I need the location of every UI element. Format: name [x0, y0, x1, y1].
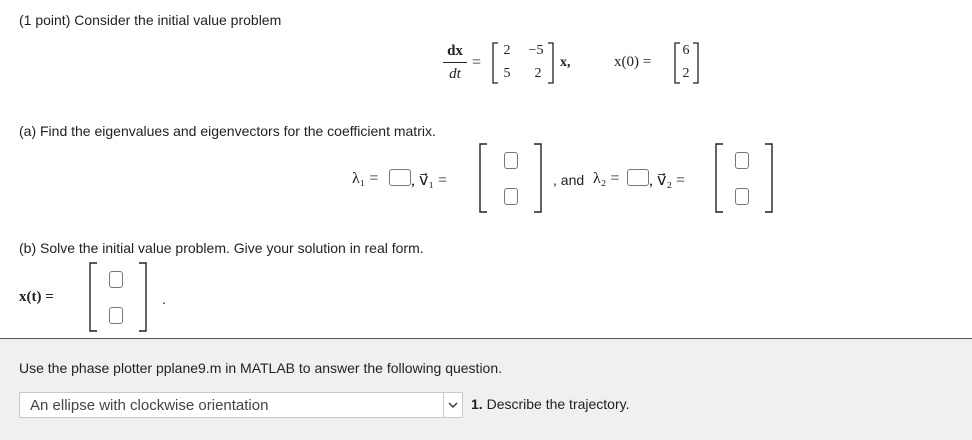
v1-input-top[interactable] — [504, 152, 518, 169]
v1-label: , v⃗₁ = — [411, 172, 448, 189]
ode-vector-var: x, — [560, 55, 571, 70]
xt-input-top[interactable] — [109, 271, 123, 288]
ode-numerator: dx — [447, 43, 463, 59]
initial-right-bracket — [693, 42, 699, 84]
xt-right-bracket — [139, 262, 147, 332]
v1-right-bracket — [534, 143, 542, 213]
matrix-cell: −5 — [528, 43, 544, 58]
v2-right-bracket — [765, 143, 773, 213]
trajectory-question-text: 1. Describe the trajectory. — [471, 396, 630, 412]
trajectory-question: 1. Describe the trajectory. — [471, 396, 629, 412]
section-divider — [0, 338, 972, 339]
matrix-cell: 5 — [503, 66, 511, 81]
v1-input-bottom[interactable] — [504, 188, 518, 205]
part-b-prompt: (b) Solve the initial value problem. Giv… — [19, 240, 424, 256]
trajectory-select[interactable]: An ellipse with clockwise orientation — [19, 392, 463, 418]
xt-label: x(t) = — [19, 289, 54, 305]
initial-cell: 6 — [682, 43, 690, 58]
initial-cell: 2 — [682, 66, 690, 81]
lambda2-input[interactable] — [627, 169, 649, 186]
ode-fraction: dx dt — [443, 42, 467, 83]
xt-period: . — [162, 291, 166, 307]
matrix-right-bracket — [548, 42, 554, 84]
initial-condition-label: x(0) = — [614, 54, 652, 70]
matrix-cell: 2 — [534, 66, 542, 81]
xt-left-bracket — [89, 262, 97, 332]
v1-left-bracket — [479, 143, 487, 213]
ode-denominator: dt — [449, 66, 461, 82]
lambda1-input[interactable] — [389, 169, 411, 186]
part-a-prompt: (a) Find the eigenvalues and eigenvector… — [19, 123, 436, 139]
and-label: , and — [553, 172, 585, 188]
v2-input-top[interactable] — [735, 152, 749, 169]
lambda2-label: λ₂ = — [593, 170, 620, 187]
v2-left-bracket — [715, 143, 723, 213]
ode-equals: = — [472, 54, 482, 71]
problem-header: (1 point) Consider the initial value pro… — [19, 12, 282, 28]
trajectory-select-value: An ellipse with clockwise orientation — [30, 397, 269, 414]
matrix-left-bracket — [492, 42, 498, 84]
pplane-instruction: Use the phase plotter pplane9.m in MATLA… — [19, 360, 503, 376]
xt-input-bottom[interactable] — [109, 307, 123, 324]
v2-label: , v⃗₂ = — [649, 172, 686, 189]
lambda1-label: λ₁ = — [352, 170, 379, 187]
v2-input-bottom[interactable] — [735, 188, 749, 205]
chevron-down-icon[interactable] — [443, 393, 462, 417]
fraction-bar — [443, 62, 467, 63]
matrix-cell: 2 — [503, 43, 511, 58]
